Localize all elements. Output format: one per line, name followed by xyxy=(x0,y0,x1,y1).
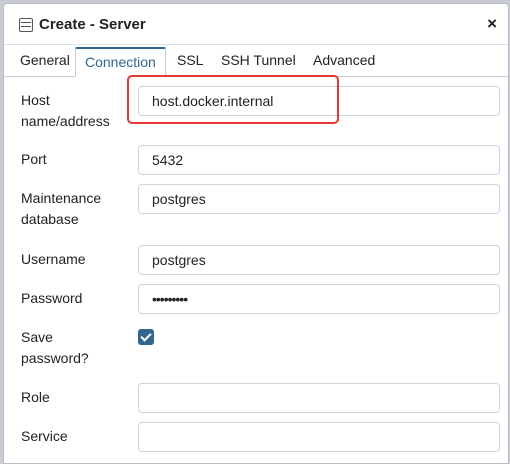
save-password-label-line1: Save xyxy=(21,329,53,345)
maintenance-db-input[interactable]: postgres xyxy=(138,184,500,214)
tab-ssh-tunnel[interactable]: SSH Tunnel xyxy=(212,47,305,76)
save-password-label-line2: password? xyxy=(21,350,89,366)
save-password-label: Save password? xyxy=(21,327,131,369)
server-icon xyxy=(19,18,33,32)
service-input[interactable] xyxy=(138,422,500,452)
maintenance-db-label: Maintenance database xyxy=(21,188,131,230)
dialog-titlebar[interactable]: Create - Server × xyxy=(4,4,508,45)
close-button[interactable]: × xyxy=(487,14,497,34)
username-input[interactable]: postgres xyxy=(138,245,500,275)
tab-bar: General Connection SSL SSH Tunnel Advanc… xyxy=(4,44,508,77)
dialog-title: Create - Server xyxy=(39,16,146,33)
host-label-line1: Host xyxy=(21,92,50,108)
host-label-line2: name/address xyxy=(21,113,110,129)
service-label: Service xyxy=(21,428,68,444)
maintenance-db-label-line1: Maintenance xyxy=(21,190,102,206)
username-label: Username xyxy=(21,251,86,267)
password-label: Password xyxy=(21,290,83,306)
save-password-checkbox[interactable] xyxy=(138,329,154,345)
host-label: Host name/address xyxy=(21,90,131,132)
password-input[interactable]: ••••••••• xyxy=(138,284,500,314)
port-input[interactable]: 5432 xyxy=(138,145,500,175)
create-server-dialog: Create - Server × General Connection SSL… xyxy=(3,3,509,464)
tab-ssl[interactable]: SSL xyxy=(168,47,212,76)
tab-advanced[interactable]: Advanced xyxy=(304,47,384,76)
maintenance-db-label-line2: database xyxy=(21,211,79,227)
tab-general[interactable]: General xyxy=(11,47,79,76)
port-label: Port xyxy=(21,151,47,167)
role-input[interactable] xyxy=(138,383,500,413)
host-input[interactable]: host.docker.internal xyxy=(138,86,500,116)
role-label: Role xyxy=(21,389,50,405)
tab-connection[interactable]: Connection xyxy=(75,47,166,77)
connection-form: Host name/address host.docker.internal P… xyxy=(4,77,508,463)
